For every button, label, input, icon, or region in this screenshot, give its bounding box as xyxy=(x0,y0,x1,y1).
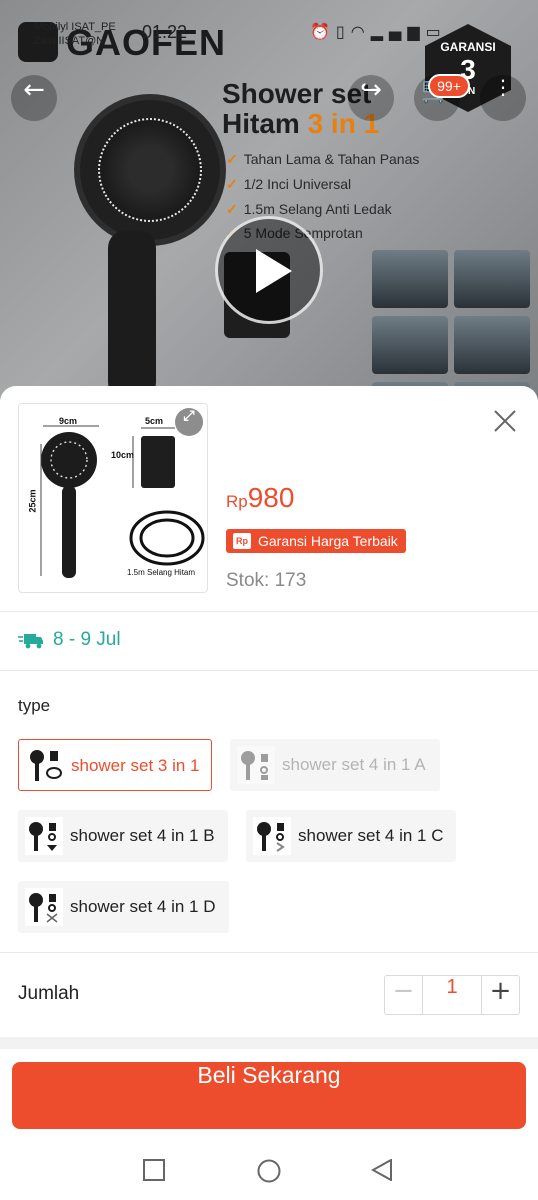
vibrate-icon: ▯ xyxy=(335,22,351,41)
triangle-back-icon[interactable] xyxy=(371,1159,393,1181)
banner-title-prefix: Hitam xyxy=(222,108,308,139)
status-icons: ⏰▯◠▂▄▆▭ xyxy=(310,22,447,41)
quantity-stepper: − 1 + xyxy=(384,975,520,1015)
dim-height-label: 25cm xyxy=(27,489,38,513)
status-time: 01.22 xyxy=(142,22,188,42)
increment-button[interactable]: + xyxy=(482,976,519,1014)
shower-handle-illustration xyxy=(108,230,156,400)
close-icon[interactable] xyxy=(490,406,520,436)
expand-icon: ⤢ xyxy=(183,408,195,424)
variant-thumbnail xyxy=(253,817,291,855)
divider xyxy=(0,611,538,612)
variant-bottom-sheet: 9cm 5cm 10cm 25cm 1.5m Selang Hitam ⤢ Rp… xyxy=(0,386,538,1200)
shower-head-illustration xyxy=(80,100,220,240)
dim-width-label: 9cm xyxy=(59,416,78,426)
expand-image-button[interactable]: ⤢ xyxy=(175,408,203,436)
shipping-dates: 8 - 9 Jul xyxy=(53,629,121,650)
stock-count: Stok: 173 xyxy=(226,570,307,591)
variant-label: shower set 4 in 1 C xyxy=(298,826,444,845)
alarm-icon: ⏰ xyxy=(310,22,336,41)
variant-option[interactable]: shower set 4 in 1 D xyxy=(18,881,229,933)
guarantee-label: Garansi Harga Terbaik xyxy=(258,533,398,549)
selected-variant-thumbnail[interactable]: 9cm 5cm 10cm 25cm 1.5m Selang Hitam ⤢ xyxy=(18,403,208,593)
variant-section-label: type xyxy=(18,696,51,715)
play-video-button[interactable] xyxy=(215,216,323,324)
product-image-banner[interactable]: Shower set Hitam 3 in 1 ✓ Tahan Lama & Ta… xyxy=(0,0,538,400)
circle-icon[interactable] xyxy=(257,1159,281,1183)
system-navigation-bar xyxy=(0,1139,538,1200)
hose-label: 1.5m Selang Hitam xyxy=(127,568,196,577)
decrement-button[interactable]: − xyxy=(385,976,422,1014)
status-bar: Mobilyl ISAT_PE Zain IISAT@N 01.22 ⏰▯◠▂▄▆… xyxy=(0,0,538,60)
price-tag-icon: Rp xyxy=(233,533,251,549)
quantity-label: Jumlah xyxy=(18,983,80,1004)
variant-thumbnail xyxy=(25,817,63,855)
best-price-guarantee-badge: Rp Garansi Harga Terbaik xyxy=(226,529,406,553)
buy-now-button[interactable]: Beli Sekarang xyxy=(12,1062,526,1129)
variant-label: shower set 3 in 1 xyxy=(71,756,200,775)
dim-bracket-width-label: 5cm xyxy=(145,416,164,426)
square-icon[interactable] xyxy=(143,1159,165,1181)
price: Rp980 xyxy=(226,482,294,514)
price-value: 980 xyxy=(247,482,295,513)
product-variant-screen: Shower set Hitam 3 in 1 ✓ Tahan Lama & Ta… xyxy=(0,0,538,1200)
play-icon xyxy=(256,249,292,293)
spray-mode-thumbnails xyxy=(368,246,538,400)
carrier-text: Mobilyl ISAT_PE Zain IISAT@N xyxy=(34,21,116,47)
dim-bracket-height-label: 10cm xyxy=(111,450,135,460)
more-button[interactable]: ⋮ xyxy=(480,75,526,121)
delivery-truck-icon xyxy=(18,634,43,649)
share-icon: ↪ xyxy=(360,75,382,105)
banner-feature: ✓ Tahan Lama & Tahan Panas xyxy=(226,151,420,167)
banner-feature: ✓ 1.5m Selang Anti Ledak xyxy=(226,201,392,217)
variant-thumbnail xyxy=(26,747,64,785)
variant-thumbnail xyxy=(25,888,63,926)
variant-option[interactable]: shower set 4 in 1 C xyxy=(246,810,456,862)
cart-count-badge: 99+ xyxy=(428,74,470,98)
variant-label: shower set 4 in 1 A xyxy=(282,755,426,774)
variant-option[interactable]: shower set 3 in 1 xyxy=(18,739,212,791)
variant-option[interactable]: shower set 4 in 1 B xyxy=(18,810,228,862)
divider xyxy=(0,952,538,953)
wifi-icon: ◠ xyxy=(350,22,371,41)
banner-feature: ✓ 1/2 Inci Universal xyxy=(226,176,352,192)
signal-icon: ▂▄▆ xyxy=(370,22,426,41)
variant-thumbnail xyxy=(237,746,275,784)
variant-label: shower set 4 in 1 D xyxy=(70,897,216,916)
variant-label: shower set 4 in 1 B xyxy=(70,826,215,845)
section-separator xyxy=(0,1037,538,1049)
divider xyxy=(0,670,538,671)
variant-option-disabled: shower set 4 in 1 A xyxy=(230,739,440,791)
quantity-input[interactable]: 1 xyxy=(422,976,482,1014)
more-vertical-icon: ⋮ xyxy=(493,75,513,99)
price-currency: Rp xyxy=(226,492,248,511)
share-button[interactable]: ↪ xyxy=(348,75,394,121)
back-button[interactable]: ← xyxy=(11,75,57,121)
back-arrow-icon: ← xyxy=(23,75,45,105)
battery-icon: ▭ xyxy=(425,22,447,41)
